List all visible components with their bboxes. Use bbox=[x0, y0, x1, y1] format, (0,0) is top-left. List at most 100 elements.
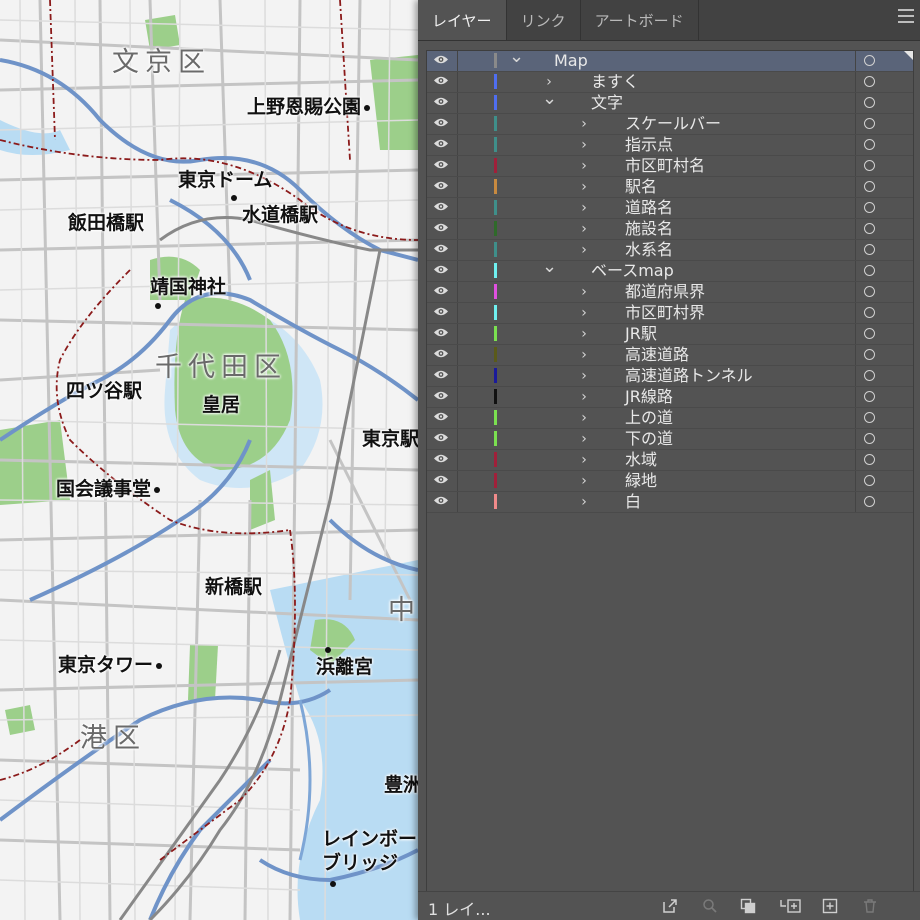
chevron-right-icon[interactable]: › bbox=[577, 408, 591, 428]
layer-row[interactable]: › 施設名 bbox=[427, 219, 913, 240]
chevron-down-icon[interactable]: ⌄ bbox=[509, 48, 524, 71]
visibility-eye-icon[interactable] bbox=[433, 180, 449, 191]
layer-target-icon[interactable] bbox=[864, 160, 875, 171]
layer-row[interactable]: › 水系名 bbox=[427, 240, 913, 261]
chevron-right-icon[interactable]: › bbox=[577, 345, 591, 365]
layer-target-icon[interactable] bbox=[864, 475, 875, 486]
visibility-eye-icon[interactable] bbox=[433, 285, 449, 296]
layer-row[interactable]: › 市区町村界 bbox=[427, 303, 913, 324]
layer-row[interactable]: › 都道府県界 bbox=[427, 282, 913, 303]
layer-target-icon[interactable] bbox=[864, 370, 875, 381]
create-sublayer-icon[interactable] bbox=[780, 898, 802, 914]
layer-target-icon[interactable] bbox=[864, 307, 875, 318]
chevron-right-icon[interactable]: › bbox=[577, 492, 591, 512]
layer-row[interactable]: › 上の道 bbox=[427, 408, 913, 429]
layer-row[interactable]: › 白 bbox=[427, 492, 913, 513]
layer-target-icon[interactable] bbox=[864, 76, 875, 87]
new-layer-icon[interactable] bbox=[822, 898, 838, 914]
layer-row[interactable]: › 緑地 bbox=[427, 471, 913, 492]
chevron-right-icon[interactable]: › bbox=[577, 177, 591, 197]
visibility-eye-icon[interactable] bbox=[433, 327, 449, 338]
visibility-eye-icon[interactable] bbox=[433, 96, 449, 107]
layer-row[interactable]: › 下の道 bbox=[427, 429, 913, 450]
layer-target-icon[interactable] bbox=[864, 97, 875, 108]
layer-row[interactable]: › 指示点 bbox=[427, 135, 913, 156]
chevron-right-icon[interactable]: › bbox=[577, 366, 591, 386]
chevron-down-icon[interactable]: ⌄ bbox=[542, 258, 557, 281]
layer-target-icon[interactable] bbox=[864, 223, 875, 234]
layer-target-icon[interactable] bbox=[864, 286, 875, 297]
layer-row[interactable]: ⌄ 文字 bbox=[427, 90, 913, 114]
layer-target-icon[interactable] bbox=[864, 496, 875, 507]
visibility-eye-icon[interactable] bbox=[433, 411, 449, 422]
chevron-right-icon[interactable]: › bbox=[577, 282, 591, 302]
chevron-right-icon[interactable]: › bbox=[577, 240, 591, 260]
visibility-eye-icon[interactable] bbox=[433, 453, 449, 464]
layer-row[interactable]: › JR線路 bbox=[427, 387, 913, 408]
layer-row[interactable]: › 高速道路トンネル bbox=[427, 366, 913, 387]
layer-row[interactable]: › 水域 bbox=[427, 450, 913, 471]
layer-row[interactable]: ⌄ Map bbox=[427, 48, 913, 72]
visibility-eye-icon[interactable] bbox=[433, 243, 449, 254]
chevron-right-icon[interactable]: › bbox=[577, 429, 591, 449]
visibility-eye-icon[interactable] bbox=[433, 75, 449, 86]
export-icon[interactable] bbox=[662, 898, 678, 914]
visibility-eye-icon[interactable] bbox=[433, 348, 449, 359]
layer-target-icon[interactable] bbox=[864, 265, 875, 276]
visibility-eye-icon[interactable] bbox=[433, 54, 449, 65]
layer-target-icon[interactable] bbox=[864, 139, 875, 150]
layer-target-icon[interactable] bbox=[864, 433, 875, 444]
chevron-right-icon[interactable]: › bbox=[577, 219, 591, 239]
layer-name: 上の道 bbox=[625, 408, 674, 427]
chevron-right-icon[interactable]: › bbox=[577, 135, 591, 155]
layer-target-icon[interactable] bbox=[864, 244, 875, 255]
layers-list[interactable]: ⌄ Map › ますく ⌄ 文字 › スケールバー › 指示点 › 市区町村名 › 駅名 › 道路名 › 施設名 ›… bbox=[426, 48, 914, 894]
layer-target-icon[interactable] bbox=[864, 349, 875, 360]
visibility-eye-icon[interactable] bbox=[433, 222, 449, 233]
layer-row[interactable]: › ますく bbox=[427, 72, 913, 93]
visibility-eye-icon[interactable] bbox=[433, 369, 449, 380]
layer-row[interactable]: › 市区町村名 bbox=[427, 156, 913, 177]
search-icon[interactable] bbox=[702, 898, 718, 914]
layer-target-icon[interactable] bbox=[864, 454, 875, 465]
layer-target-icon[interactable] bbox=[864, 118, 875, 129]
panel-menu-icon[interactable] bbox=[898, 9, 914, 23]
layer-target-icon[interactable] bbox=[864, 202, 875, 213]
chevron-right-icon[interactable]: › bbox=[577, 387, 591, 407]
visibility-eye-icon[interactable] bbox=[433, 390, 449, 401]
chevron-right-icon[interactable]: › bbox=[577, 450, 591, 470]
layer-target-icon[interactable] bbox=[864, 412, 875, 423]
chevron-right-icon[interactable]: › bbox=[577, 471, 591, 491]
chevron-right-icon[interactable]: › bbox=[577, 114, 591, 134]
tab-layers[interactable]: レイヤー bbox=[418, 0, 507, 40]
layer-target-icon[interactable] bbox=[864, 181, 875, 192]
layer-target-icon[interactable] bbox=[864, 55, 875, 66]
layer-row[interactable]: ⌄ ベースmap bbox=[427, 258, 913, 282]
chevron-right-icon[interactable]: › bbox=[577, 324, 591, 344]
chevron-right-icon[interactable]: › bbox=[577, 303, 591, 323]
layer-row[interactable]: › 高速道路 bbox=[427, 345, 913, 366]
visibility-eye-icon[interactable] bbox=[433, 432, 449, 443]
chevron-down-icon[interactable]: ⌄ bbox=[542, 90, 557, 113]
make-clipping-mask-icon[interactable] bbox=[740, 898, 756, 914]
tab-links[interactable]: リンク bbox=[507, 0, 581, 40]
visibility-eye-icon[interactable] bbox=[433, 264, 449, 275]
visibility-eye-icon[interactable] bbox=[433, 495, 449, 506]
visibility-eye-icon[interactable] bbox=[433, 138, 449, 149]
visibility-eye-icon[interactable] bbox=[433, 117, 449, 128]
tab-artboards[interactable]: アートボード bbox=[581, 0, 699, 40]
visibility-eye-icon[interactable] bbox=[433, 474, 449, 485]
trash-icon[interactable] bbox=[862, 898, 878, 914]
layer-row[interactable]: › 駅名 bbox=[427, 177, 913, 198]
layer-target-icon[interactable] bbox=[864, 328, 875, 339]
visibility-eye-icon[interactable] bbox=[433, 306, 449, 317]
visibility-eye-icon[interactable] bbox=[433, 159, 449, 170]
layer-row[interactable]: › 道路名 bbox=[427, 198, 913, 219]
visibility-eye-icon[interactable] bbox=[433, 201, 449, 212]
chevron-right-icon[interactable]: › bbox=[577, 198, 591, 218]
layer-row[interactable]: › スケールバー bbox=[427, 114, 913, 135]
chevron-right-icon[interactable]: › bbox=[577, 156, 591, 176]
layer-row[interactable]: › JR駅 bbox=[427, 324, 913, 345]
layer-target-icon[interactable] bbox=[864, 391, 875, 402]
map-canvas[interactable]: 文京区 千代田区 港区 中 上野恩賜公園 東京ドーム 飯田橋駅 水道橋駅 靖国神… bbox=[0, 0, 418, 920]
